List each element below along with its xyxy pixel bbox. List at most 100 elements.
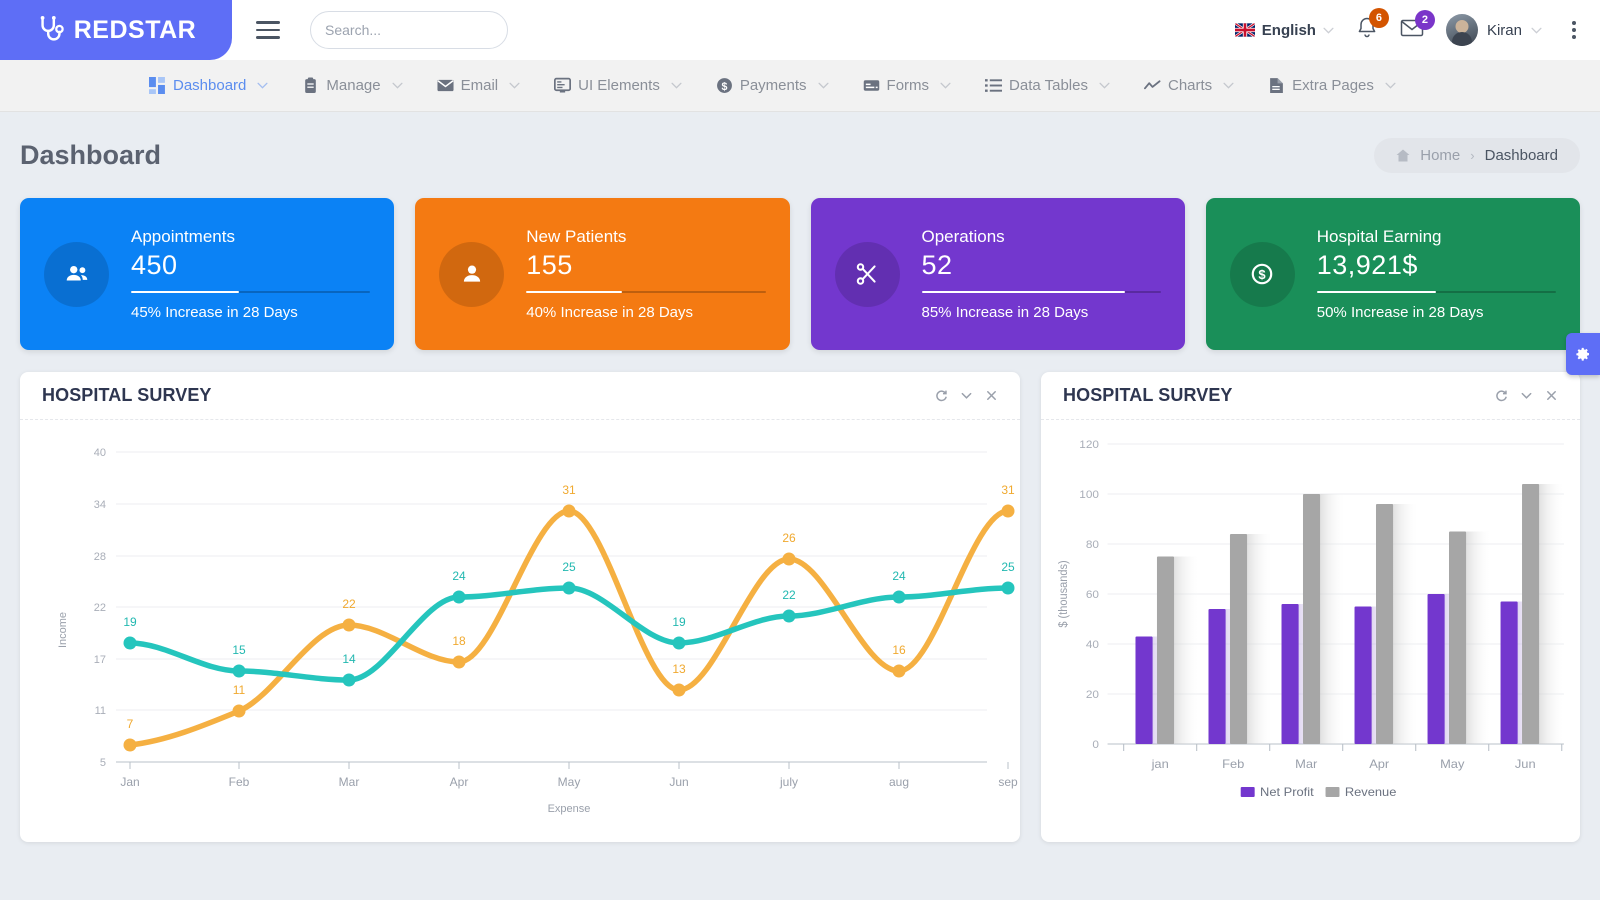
nav-label: Data Tables <box>1009 77 1088 94</box>
gear-icon <box>1576 347 1589 361</box>
nav-item-email[interactable]: Email <box>420 60 538 112</box>
stat-card-new-patients[interactable]: New Patients 155 40% Increase in 28 Days <box>415 198 790 350</box>
svg-text:19: 19 <box>672 615 686 629</box>
nav-item-data-tables[interactable]: Data Tables <box>968 60 1127 112</box>
header-actions: English 6 2 Kiran <box>1234 8 1600 46</box>
more-options-button[interactable] <box>1564 17 1584 43</box>
nav-label: Email <box>460 77 499 94</box>
y-axis-title: Income <box>57 612 69 648</box>
icon-circle <box>439 241 505 307</box>
breadcrumb-current: Dashboard <box>1484 146 1558 164</box>
line-chart: 40 34 28 22 17 11 5 Income Jan Feb Mar A… <box>20 420 1020 842</box>
nav-item-payments[interactable]: $ Payments <box>699 60 846 112</box>
x-axis: Jan Feb Mar Apr May Jun july aug sep <box>120 762 1018 789</box>
search-box[interactable] <box>310 11 508 49</box>
envelope-icon <box>437 79 454 92</box>
series-teal-labels: 19 15 14 24 25 19 22 24 25 <box>123 560 1015 666</box>
nav-item-extra-pages[interactable]: Extra Pages <box>1251 60 1413 112</box>
breadcrumb: Home › Dashboard <box>1374 137 1580 173</box>
user-menu[interactable]: Kiran <box>1445 14 1542 46</box>
stat-card-operations[interactable]: Operations 52 85% Increase in 28 Days <box>810 198 1185 350</box>
svg-text:aug: aug <box>889 775 909 789</box>
svg-text:15: 15 <box>232 643 246 657</box>
svg-text:26: 26 <box>782 531 796 545</box>
language-label: English <box>1261 21 1316 39</box>
panel-tools <box>935 389 998 402</box>
progress-bar <box>131 291 371 293</box>
svg-text:40: 40 <box>1086 639 1099 651</box>
card-label: Hospital Earning <box>1316 227 1442 246</box>
legend-label-revenue: Revenue <box>1345 785 1397 798</box>
uk-flag-icon <box>1234 23 1255 37</box>
y-axis-title: $ (thousands) <box>1057 560 1069 627</box>
nav-label: Dashboard <box>173 77 247 94</box>
svg-text:120: 120 <box>1079 439 1099 451</box>
svg-text:28: 28 <box>94 551 106 563</box>
svg-text:7: 7 <box>127 717 134 731</box>
line-chart-svg: 40 34 28 22 17 11 5 Income Jan Feb Mar A… <box>57 447 1018 815</box>
notifications-button[interactable]: 6 <box>1356 8 1389 44</box>
svg-text:Mar: Mar <box>339 775 360 789</box>
progress-bar <box>526 291 766 293</box>
chevron-down-icon[interactable] <box>960 389 973 402</box>
stat-card-appointments[interactable]: Appointments 450 45% Increase in 28 Days <box>20 198 395 350</box>
stat-card-hospital-earning[interactable]: $ Hospital Earning 13,921$ 50% Increase … <box>1205 198 1580 350</box>
x-axis-title: Expense <box>548 803 591 815</box>
svg-text:5: 5 <box>100 757 106 769</box>
chevron-down-icon[interactable] <box>1520 389 1533 402</box>
card-value: 52 <box>921 250 953 280</box>
main-navigation: Dashboard Manage Email UI Elements $ Pay… <box>0 60 1600 112</box>
person-icon <box>463 265 480 282</box>
chevron-down-icon <box>392 82 403 89</box>
user-name: Kiran <box>1486 21 1522 39</box>
svg-text:25: 25 <box>1001 560 1015 574</box>
theme-settings-button[interactable] <box>1566 333 1600 375</box>
card-body: Appointments 450 45% Increase in 28 Days <box>131 227 371 321</box>
panel-header: HOSPITAL SURVEY <box>20 372 1020 420</box>
menu-toggle-button[interactable] <box>256 21 280 39</box>
refresh-icon[interactable] <box>1495 389 1508 402</box>
chevron-down-icon <box>1531 27 1542 34</box>
brand-logo-block[interactable]: REDSTAR <box>0 0 232 60</box>
legend-label-net-profit: Net Profit <box>1260 785 1314 798</box>
legend-swatch-net-profit <box>1240 787 1255 797</box>
y-tick-labels: 120 100 80 60 40 20 0 <box>1079 439 1099 751</box>
svg-text:13: 13 <box>672 662 686 676</box>
nav-item-charts[interactable]: Charts <box>1127 60 1251 112</box>
card-body: New Patients 155 40% Increase in 28 Days <box>526 227 766 321</box>
svg-text:24: 24 <box>452 569 466 583</box>
nav-item-ui-elements[interactable]: UI Elements <box>537 60 699 112</box>
panel-title: HOSPITAL SURVEY <box>42 385 212 405</box>
breadcrumb-home[interactable]: Home <box>1420 147 1460 164</box>
stethoscope-icon <box>40 15 64 41</box>
chevron-down-icon <box>1223 82 1234 89</box>
chevron-down-icon <box>1099 82 1110 89</box>
nav-item-dashboard[interactable]: Dashboard <box>132 60 285 112</box>
svg-text:14: 14 <box>342 652 356 666</box>
messages-button[interactable]: 2 <box>1400 9 1435 43</box>
panel-header: HOSPITAL SURVEY <box>1041 372 1580 420</box>
nav-item-forms[interactable]: Forms <box>846 60 969 112</box>
stat-cards: Appointments 450 45% Increase in 28 Days… <box>20 198 1580 350</box>
x-axis-ticks <box>1123 744 1563 751</box>
svg-text:May: May <box>558 775 581 789</box>
breadcrumb-separator: › <box>1470 147 1475 163</box>
card-body: Hospital Earning 13,921$ 50% Increase in… <box>1316 227 1556 321</box>
search-input[interactable] <box>325 22 506 38</box>
close-icon[interactable] <box>985 389 998 402</box>
icon-circle <box>44 241 109 307</box>
refresh-icon[interactable] <box>935 389 948 402</box>
dollar-circle-icon: $ <box>1251 263 1273 285</box>
home-icon <box>1396 149 1410 161</box>
chevron-down-icon <box>1323 27 1334 34</box>
svg-text:Jan: Jan <box>120 775 139 789</box>
bar-chart-svg: 120 100 80 60 40 20 0 $ (thousands) jan … <box>1057 439 1565 799</box>
close-icon[interactable] <box>1545 389 1558 402</box>
language-selector[interactable]: English <box>1234 21 1334 39</box>
svg-text:11: 11 <box>95 705 106 717</box>
nav-item-manage[interactable]: Manage <box>285 60 419 112</box>
icon-circle: $ <box>1229 241 1295 307</box>
chevron-down-icon <box>1385 82 1396 89</box>
legend-swatch-revenue <box>1325 787 1340 797</box>
chevron-down-icon <box>817 82 829 89</box>
